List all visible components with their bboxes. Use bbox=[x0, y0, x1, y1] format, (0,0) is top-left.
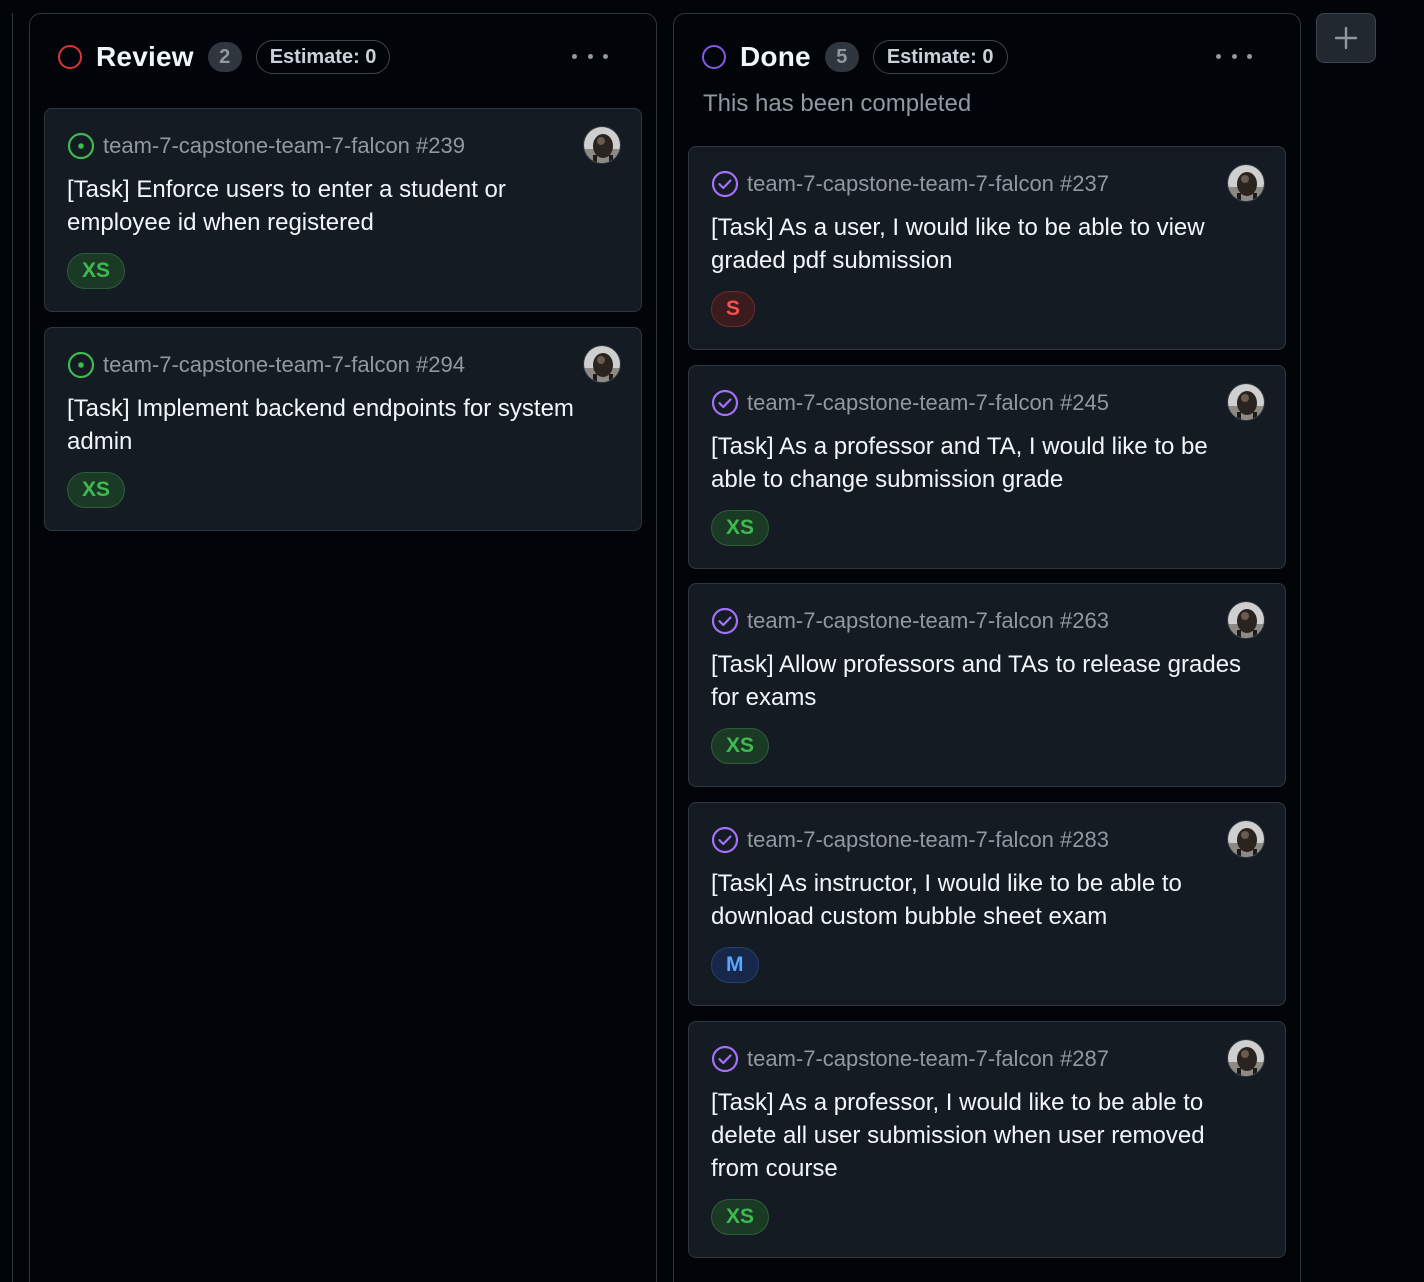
status-circle-icon bbox=[702, 45, 726, 69]
kebab-menu-icon[interactable] bbox=[572, 50, 608, 62]
issue-title[interactable]: [Task] Allow professors and TAs to relea… bbox=[711, 648, 1251, 714]
size-label: XS bbox=[67, 472, 126, 508]
column-header: Done 5 Estimate: 0 bbox=[702, 40, 1008, 74]
add-column-button[interactable] bbox=[1316, 13, 1376, 63]
issue-card[interactable]: team-7-capstone-team-7-falcon #239 [Task… bbox=[44, 108, 642, 312]
assignee-avatar[interactable] bbox=[583, 345, 621, 383]
card-meta: team-7-capstone-team-7-falcon #239 bbox=[67, 131, 465, 161]
issue-open-icon bbox=[67, 132, 95, 160]
item-count-badge: 5 bbox=[824, 42, 859, 72]
kebab-menu-icon[interactable] bbox=[1216, 50, 1252, 62]
estimate-pill: Estimate: 0 bbox=[255, 40, 391, 74]
assignee-avatar[interactable] bbox=[1227, 601, 1265, 639]
issue-title[interactable]: [Task] As instructor, I would like to be… bbox=[711, 867, 1251, 933]
assignee-avatar[interactable] bbox=[1227, 164, 1265, 202]
size-label: XS bbox=[711, 510, 770, 546]
column-description: This has been completed bbox=[703, 90, 972, 117]
issue-title[interactable]: [Task] As a professor, I would like to b… bbox=[711, 1086, 1251, 1185]
issue-reference-link[interactable]: team-7-capstone-team-7-falcon #239 bbox=[103, 133, 465, 159]
issue-title[interactable]: [Task] As a user, I would like to be abl… bbox=[711, 211, 1251, 277]
issue-closed-icon bbox=[711, 826, 739, 854]
issue-open-icon bbox=[67, 351, 95, 379]
size-label: S bbox=[711, 291, 756, 327]
issue-card[interactable]: team-7-capstone-team-7-falcon #237 [Task… bbox=[688, 146, 1286, 350]
assignee-avatar[interactable] bbox=[583, 126, 621, 164]
issue-reference-link[interactable]: team-7-capstone-team-7-falcon #245 bbox=[747, 390, 1109, 416]
assignee-avatar[interactable] bbox=[1227, 820, 1265, 858]
issue-title[interactable]: [Task] Implement backend endpoints for s… bbox=[67, 392, 607, 458]
plus-icon bbox=[1334, 26, 1358, 50]
status-circle-icon bbox=[58, 45, 82, 69]
card-meta: team-7-capstone-team-7-falcon #287 bbox=[711, 1044, 1109, 1074]
issue-card[interactable]: team-7-capstone-team-7-falcon #245 [Task… bbox=[688, 365, 1286, 569]
issue-card[interactable]: team-7-capstone-team-7-falcon #283 [Task… bbox=[688, 802, 1286, 1006]
card-meta: team-7-capstone-team-7-falcon #263 bbox=[711, 606, 1109, 636]
column-done: Done 5 Estimate: 0 This has been complet… bbox=[673, 13, 1301, 1282]
size-label: XS bbox=[711, 728, 770, 764]
column-review: Review 2 Estimate: 0 team-7-capstone-tea… bbox=[29, 13, 657, 1282]
issue-reference-link[interactable]: team-7-capstone-team-7-falcon #263 bbox=[747, 608, 1109, 634]
issue-card[interactable]: team-7-capstone-team-7-falcon #287 [Task… bbox=[688, 1021, 1286, 1258]
issue-closed-icon bbox=[711, 1045, 739, 1073]
issue-closed-icon bbox=[711, 607, 739, 635]
size-label: XS bbox=[711, 1199, 770, 1235]
issue-card[interactable]: team-7-capstone-team-7-falcon #263 [Task… bbox=[688, 583, 1286, 787]
issue-reference-link[interactable]: team-7-capstone-team-7-falcon #237 bbox=[747, 171, 1109, 197]
card-meta: team-7-capstone-team-7-falcon #237 bbox=[711, 169, 1109, 199]
column-title: Review bbox=[96, 41, 194, 72]
issue-title[interactable]: [Task] As a professor and TA, I would li… bbox=[711, 430, 1251, 496]
issue-closed-icon bbox=[711, 389, 739, 417]
issue-card[interactable]: team-7-capstone-team-7-falcon #294 [Task… bbox=[44, 327, 642, 531]
previous-column-edge bbox=[0, 13, 13, 1282]
card-meta: team-7-capstone-team-7-falcon #283 bbox=[711, 825, 1109, 855]
issue-title[interactable]: [Task] Enforce users to enter a student … bbox=[67, 173, 607, 239]
size-label: XS bbox=[67, 253, 126, 289]
issue-reference-link[interactable]: team-7-capstone-team-7-falcon #287 bbox=[747, 1046, 1109, 1072]
column-header: Review 2 Estimate: 0 bbox=[58, 40, 391, 74]
card-meta: team-7-capstone-team-7-falcon #294 bbox=[67, 350, 465, 380]
issue-closed-icon bbox=[711, 170, 739, 198]
issue-reference-link[interactable]: team-7-capstone-team-7-falcon #283 bbox=[747, 827, 1109, 853]
item-count-badge: 2 bbox=[207, 42, 242, 72]
assignee-avatar[interactable] bbox=[1227, 383, 1265, 421]
estimate-pill: Estimate: 0 bbox=[872, 40, 1008, 74]
issue-reference-link[interactable]: team-7-capstone-team-7-falcon #294 bbox=[103, 352, 465, 378]
card-meta: team-7-capstone-team-7-falcon #245 bbox=[711, 388, 1109, 418]
assignee-avatar[interactable] bbox=[1227, 1039, 1265, 1077]
column-title: Done bbox=[740, 41, 811, 72]
project-board: Review 2 Estimate: 0 team-7-capstone-tea… bbox=[0, 0, 1424, 1282]
size-label: M bbox=[711, 947, 759, 983]
